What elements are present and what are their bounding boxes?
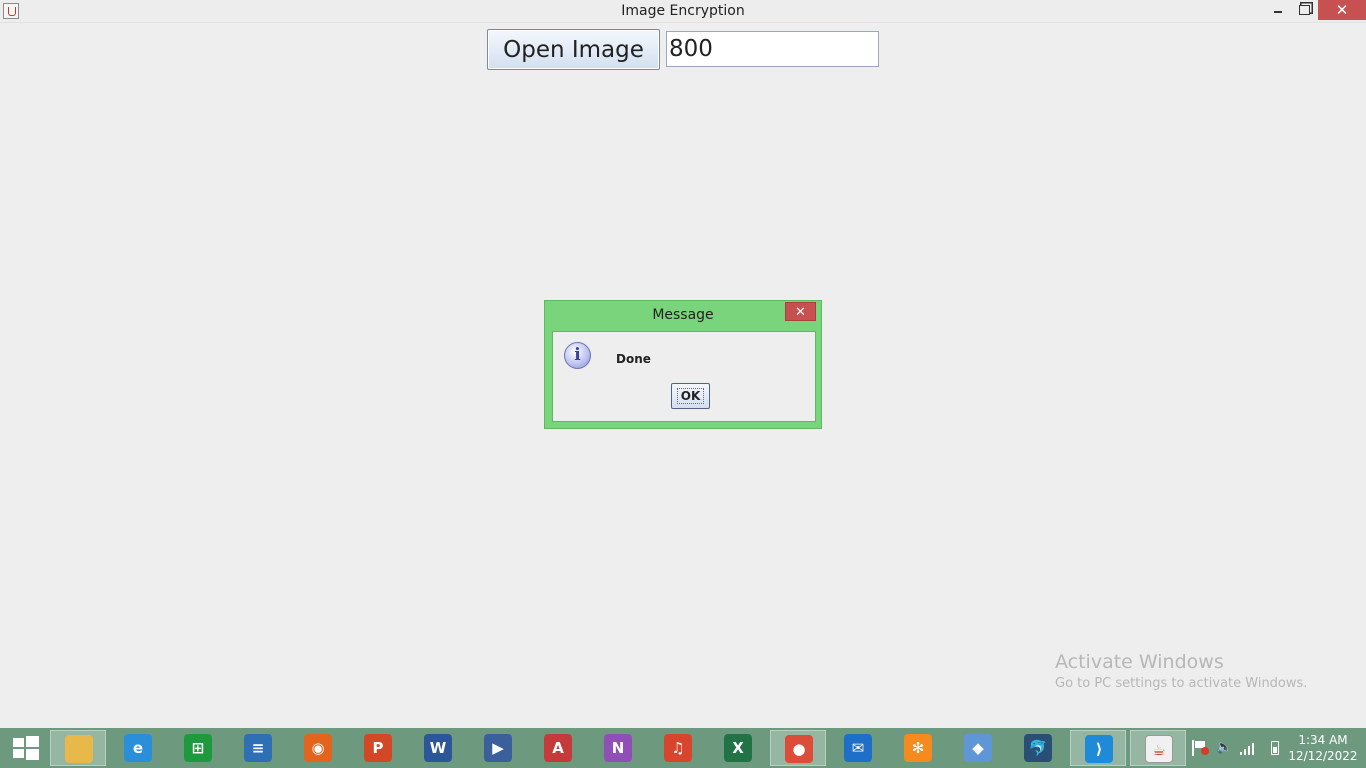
- dialog-close-button[interactable]: ✕: [785, 302, 816, 321]
- taskbar-reader-button[interactable]: ≡: [230, 730, 286, 766]
- file-explorer-icon: [65, 735, 93, 763]
- dialog-body: i Done OK: [552, 331, 816, 422]
- mysql-workbench-icon: 🐬: [1024, 734, 1052, 762]
- clock-date: 12/12/2022: [1288, 749, 1358, 763]
- powerpoint-icon: P: [364, 734, 392, 762]
- store-icon: ⊞: [184, 734, 212, 762]
- java-icon: ☕: [1145, 735, 1173, 763]
- dialog-title: Message: [652, 307, 714, 323]
- mail-icon: ✉: [844, 734, 872, 762]
- reader-icon: ≡: [244, 734, 272, 762]
- size-input[interactable]: [666, 31, 879, 67]
- clock-time: 1:34 AM: [1298, 733, 1348, 747]
- taskbar-chrome-button[interactable]: ●: [770, 730, 826, 766]
- taskbar-vscode-button[interactable]: ⟩: [1070, 730, 1126, 766]
- message-dialog: Message ✕ i Done OK: [544, 300, 822, 429]
- taskbar-file-explorer-button[interactable]: [50, 730, 106, 766]
- window-titlebar: Image Encryption ✕: [0, 0, 1366, 23]
- maximize-button[interactable]: [1292, 0, 1316, 20]
- minimize-button[interactable]: [1266, 0, 1290, 20]
- excel-icon: X: [724, 734, 752, 762]
- battery-icon[interactable]: [1268, 740, 1284, 756]
- taskbar-xampp-button[interactable]: ✻: [890, 730, 946, 766]
- ok-button[interactable]: OK: [671, 383, 710, 409]
- dialog-message: Done: [616, 352, 651, 366]
- taskbar-internet-explorer-button[interactable]: e: [110, 730, 166, 766]
- window-title: Image Encryption: [621, 3, 745, 19]
- taskbar-store-button[interactable]: ⊞: [170, 730, 226, 766]
- virtualbox-icon: ◆: [964, 734, 992, 762]
- media-player-icon: ▶: [484, 734, 512, 762]
- volume-icon[interactable]: 🔈: [1216, 740, 1232, 756]
- music-icon: ♫: [664, 734, 692, 762]
- close-button[interactable]: ✕: [1318, 0, 1366, 20]
- taskbar-acrobat-button[interactable]: A: [530, 730, 586, 766]
- internet-explorer-icon: e: [124, 734, 152, 762]
- taskbar-powerpoint-button[interactable]: P: [350, 730, 406, 766]
- taskbar-firefox-button[interactable]: ◉: [290, 730, 346, 766]
- taskbar-mail-button[interactable]: ✉: [830, 730, 886, 766]
- vscode-icon: ⟩: [1085, 735, 1113, 763]
- acrobat-icon: A: [544, 734, 572, 762]
- onenote-icon: N: [604, 734, 632, 762]
- watermark-subtitle: Go to PC settings to activate Windows.: [1055, 676, 1308, 691]
- taskbar: e ⊞ ≡ ◉ P W ▶ A N ♫ X ● ✉ ✻ ◆ 🐬 ⟩ ☕ 🔈 1:34 AM 12/12/2022: [0, 728, 1366, 768]
- taskbar-onenote-button[interactable]: N: [590, 730, 646, 766]
- start-button[interactable]: [0, 728, 50, 768]
- taskbar-word-button[interactable]: W: [410, 730, 466, 766]
- network-signal-icon[interactable]: [1240, 740, 1256, 756]
- open-image-button[interactable]: Open Image: [487, 29, 660, 70]
- action-center-flag-icon[interactable]: [1192, 740, 1209, 756]
- info-icon: i: [564, 342, 591, 369]
- taskbar-virtualbox-button[interactable]: ◆: [950, 730, 1006, 766]
- word-icon: W: [424, 734, 452, 762]
- firefox-icon: ◉: [304, 734, 332, 762]
- taskbar-mysql-workbench-button[interactable]: 🐬: [1010, 730, 1066, 766]
- taskbar-excel-button[interactable]: X: [710, 730, 766, 766]
- watermark-title: Activate Windows: [1055, 651, 1224, 673]
- taskbar-media-player-button[interactable]: ▶: [470, 730, 526, 766]
- xampp-icon: ✻: [904, 734, 932, 762]
- chrome-icon: ●: [785, 735, 813, 763]
- taskbar-java-button[interactable]: ☕: [1130, 730, 1186, 766]
- activation-watermark: Activate Windows Go to PC settings to ac…: [1055, 651, 1307, 695]
- taskbar-music-button[interactable]: ♫: [650, 730, 706, 766]
- windows-logo-icon: [13, 738, 24, 747]
- taskbar-clock[interactable]: 1:34 AM 12/12/2022: [1285, 732, 1361, 764]
- ok-button-label: OK: [676, 388, 705, 404]
